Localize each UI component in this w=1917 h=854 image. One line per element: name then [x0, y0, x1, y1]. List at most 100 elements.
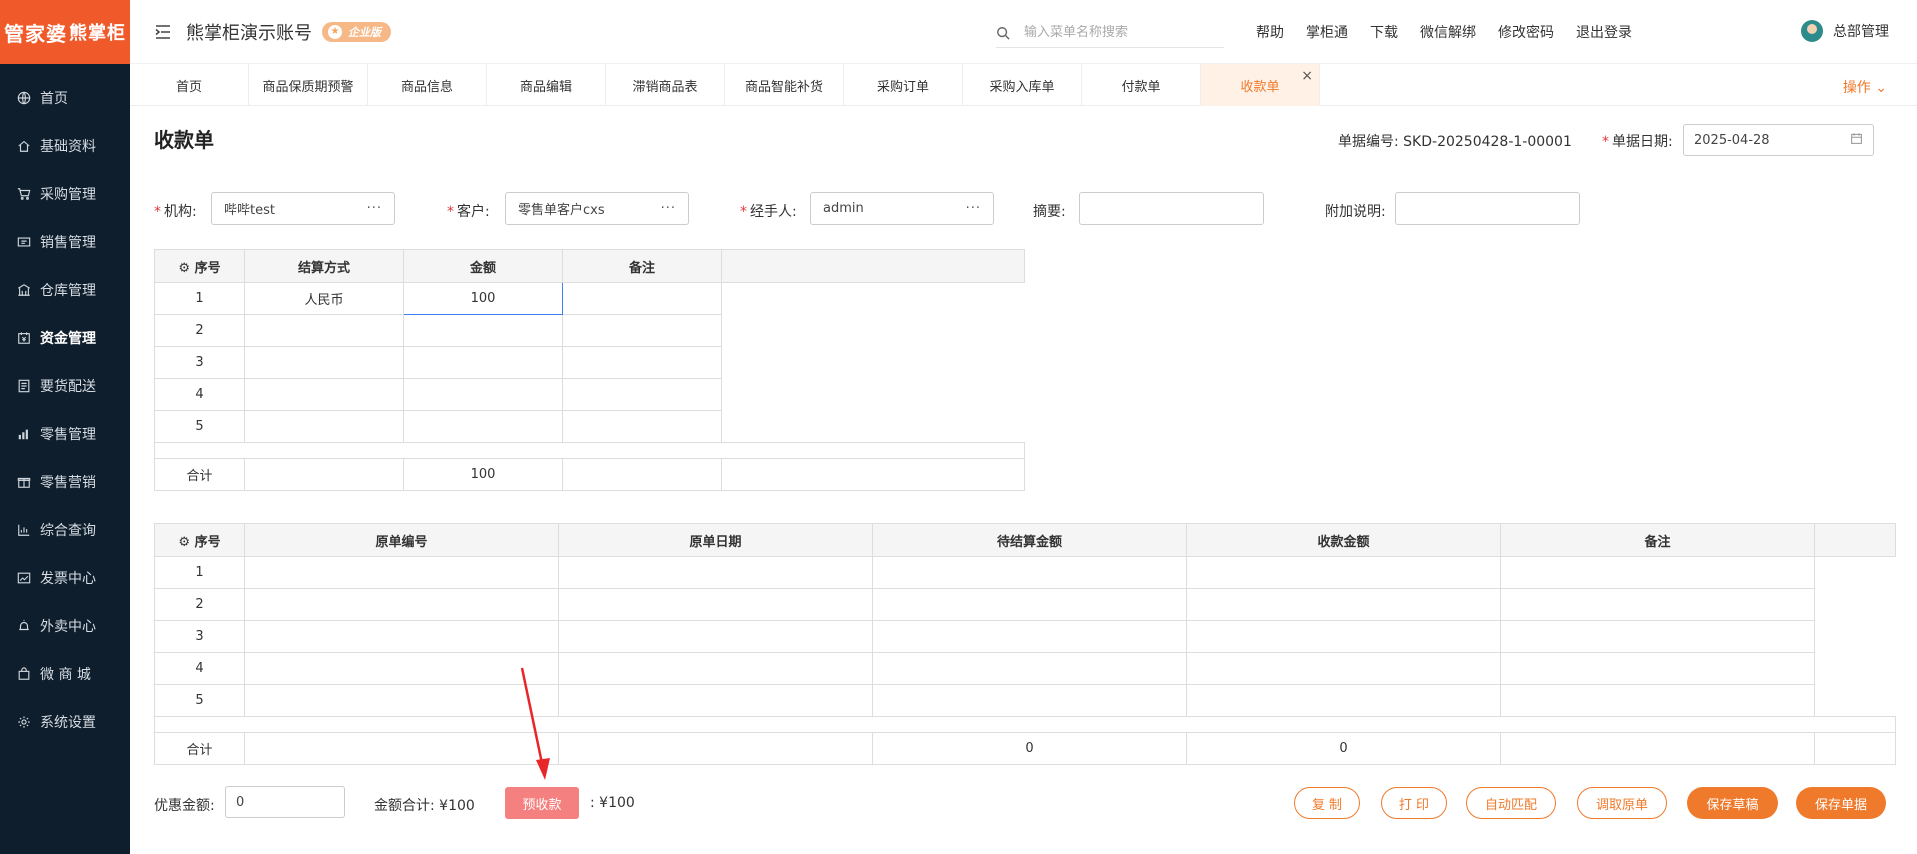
change-password-link[interactable]: 修改密码: [1498, 22, 1554, 42]
received-amount-cell[interactable]: [1186, 556, 1501, 589]
wechat-unbind-link[interactable]: 微信解绑: [1420, 22, 1476, 42]
close-icon[interactable]: ×: [1301, 68, 1313, 84]
remark-cell[interactable]: [562, 378, 722, 411]
copy-button[interactable]: 复 制: [1294, 787, 1360, 819]
menu-search-input[interactable]: [1024, 25, 1214, 40]
auto-match-button[interactable]: 自动匹配: [1466, 787, 1556, 819]
pending-amount-cell[interactable]: [872, 556, 1187, 589]
gear-icon[interactable]: ⚙: [178, 535, 190, 550]
pending-amount-cell[interactable]: [872, 620, 1187, 653]
sidebar-item-marketing[interactable]: 零售营销: [0, 458, 130, 506]
help-link[interactable]: 帮助: [1256, 22, 1284, 42]
globe-icon: [16, 90, 32, 106]
pending-amount-cell[interactable]: [872, 652, 1187, 685]
customer-field[interactable]: 零售单客户cxs ···: [505, 192, 689, 225]
zhanggui-link[interactable]: 掌柜通: [1306, 22, 1348, 42]
sidebar-item-invoice[interactable]: 发票中心: [0, 554, 130, 602]
menu-toggle-icon[interactable]: [154, 23, 172, 41]
received-amount-cell[interactable]: [1186, 588, 1501, 621]
print-button[interactable]: 打 印: [1381, 787, 1447, 819]
tab-home[interactable]: 首页: [130, 64, 249, 106]
source-no-cell[interactable]: [244, 620, 559, 653]
pre-receipt-button[interactable]: 预收款: [505, 787, 579, 819]
note-input[interactable]: [1395, 192, 1580, 225]
user-menu[interactable]: 总部管理: [1801, 20, 1889, 42]
received-amount-cell[interactable]: [1186, 684, 1501, 717]
sidebar-item-basic[interactable]: 基础资料: [0, 122, 130, 170]
sidebar-item-takeout[interactable]: 外卖中心: [0, 602, 130, 650]
remark-cell[interactable]: [562, 346, 722, 379]
table-total-row: 合计 100: [154, 458, 1025, 491]
doc-date-picker[interactable]: 2025-04-28: [1683, 124, 1874, 156]
settlement-method-cell[interactable]: [244, 346, 404, 379]
settlement-method-cell[interactable]: 人民币: [244, 282, 404, 315]
remark-cell[interactable]: [1500, 556, 1815, 589]
source-no-cell[interactable]: [244, 556, 559, 589]
handler-field[interactable]: admin ···: [810, 192, 994, 225]
sidebar-item-funds[interactable]: 资金管理: [0, 314, 130, 362]
pending-amount-cell[interactable]: [872, 588, 1187, 621]
amount-cell[interactable]: [403, 346, 563, 379]
sidebar-item-delivery[interactable]: 要货配送: [0, 362, 130, 410]
sidebar-item-warehouse[interactable]: 仓库管理: [0, 266, 130, 314]
received-amount-cell[interactable]: [1186, 620, 1501, 653]
remark-cell[interactable]: [562, 282, 722, 315]
pending-amount-cell[interactable]: [872, 684, 1187, 717]
sidebar-item-sales[interactable]: 销售管理: [0, 218, 130, 266]
tab-smart-restock[interactable]: 商品智能补货: [725, 64, 844, 106]
more-icon[interactable]: ···: [661, 201, 676, 216]
discount-input[interactable]: 0: [225, 786, 345, 818]
tab-purchase-inbound[interactable]: 采购入库单: [963, 64, 1082, 106]
source-date-cell[interactable]: [558, 652, 873, 685]
remark-cell[interactable]: [1500, 620, 1815, 653]
remark-cell[interactable]: [562, 314, 722, 347]
doc-number-value: SKD-20250428-1-00001: [1403, 134, 1572, 150]
more-icon[interactable]: ···: [367, 201, 382, 216]
operations-menu[interactable]: 操作 ⌄: [1843, 77, 1887, 97]
save-document-button[interactable]: 保存单据: [1796, 787, 1886, 819]
download-link[interactable]: 下载: [1370, 22, 1398, 42]
row-index: 5: [154, 410, 245, 443]
amount-cell[interactable]: [403, 378, 563, 411]
logout-link[interactable]: 退出登录: [1576, 22, 1632, 42]
source-date-cell[interactable]: [558, 684, 873, 717]
org-field[interactable]: 哔哔test ···: [211, 192, 395, 225]
source-date-cell[interactable]: [558, 588, 873, 621]
save-draft-button[interactable]: 保存草稿: [1687, 787, 1778, 819]
sidebar-item-settings[interactable]: 系统设置: [0, 698, 130, 746]
tab-slow-moving[interactable]: 滞销商品表: [606, 64, 725, 106]
amount-cell[interactable]: [403, 314, 563, 347]
tab-product-info[interactable]: 商品信息: [368, 64, 487, 106]
remark-cell[interactable]: [1500, 684, 1815, 717]
gear-icon[interactable]: ⚙: [178, 261, 190, 276]
tab-expiry-warning[interactable]: 商品保质期预警: [249, 64, 368, 106]
settlement-method-cell[interactable]: [244, 314, 404, 347]
sidebar-item-mall[interactable]: 微 商 城: [0, 650, 130, 698]
sidebar-item-purchase[interactable]: 采购管理: [0, 170, 130, 218]
fetch-source-button[interactable]: 调取原单: [1577, 787, 1667, 819]
sidebar-item-query[interactable]: 综合查询: [0, 506, 130, 554]
settlement-method-cell[interactable]: [244, 378, 404, 411]
more-icon[interactable]: ···: [966, 201, 981, 216]
sidebar-item-home[interactable]: 首页: [0, 74, 130, 122]
remark-cell[interactable]: [1500, 652, 1815, 685]
source-date-cell[interactable]: [558, 620, 873, 653]
summary-input[interactable]: [1079, 192, 1264, 225]
sidebar-item-retail[interactable]: 零售管理: [0, 410, 130, 458]
remark-cell[interactable]: [1500, 588, 1815, 621]
tab-receipt[interactable]: 收款单 ×: [1201, 64, 1320, 106]
remark-cell[interactable]: [562, 410, 722, 443]
tab-product-edit[interactable]: 商品编辑: [487, 64, 606, 106]
required-mark: *: [447, 204, 454, 220]
received-amount-cell[interactable]: [1186, 652, 1501, 685]
cart-icon: [16, 186, 32, 202]
tab-payment[interactable]: 付款单: [1082, 64, 1201, 106]
tab-purchase-order[interactable]: 采购订单: [844, 64, 963, 106]
total-received: 0: [1186, 732, 1501, 765]
amount-cell[interactable]: [403, 410, 563, 443]
source-no-cell[interactable]: [244, 588, 559, 621]
source-date-cell[interactable]: [558, 556, 873, 589]
row-index: 3: [154, 620, 245, 653]
amount-cell[interactable]: 100: [403, 282, 563, 315]
settlement-method-cell[interactable]: [244, 410, 404, 443]
